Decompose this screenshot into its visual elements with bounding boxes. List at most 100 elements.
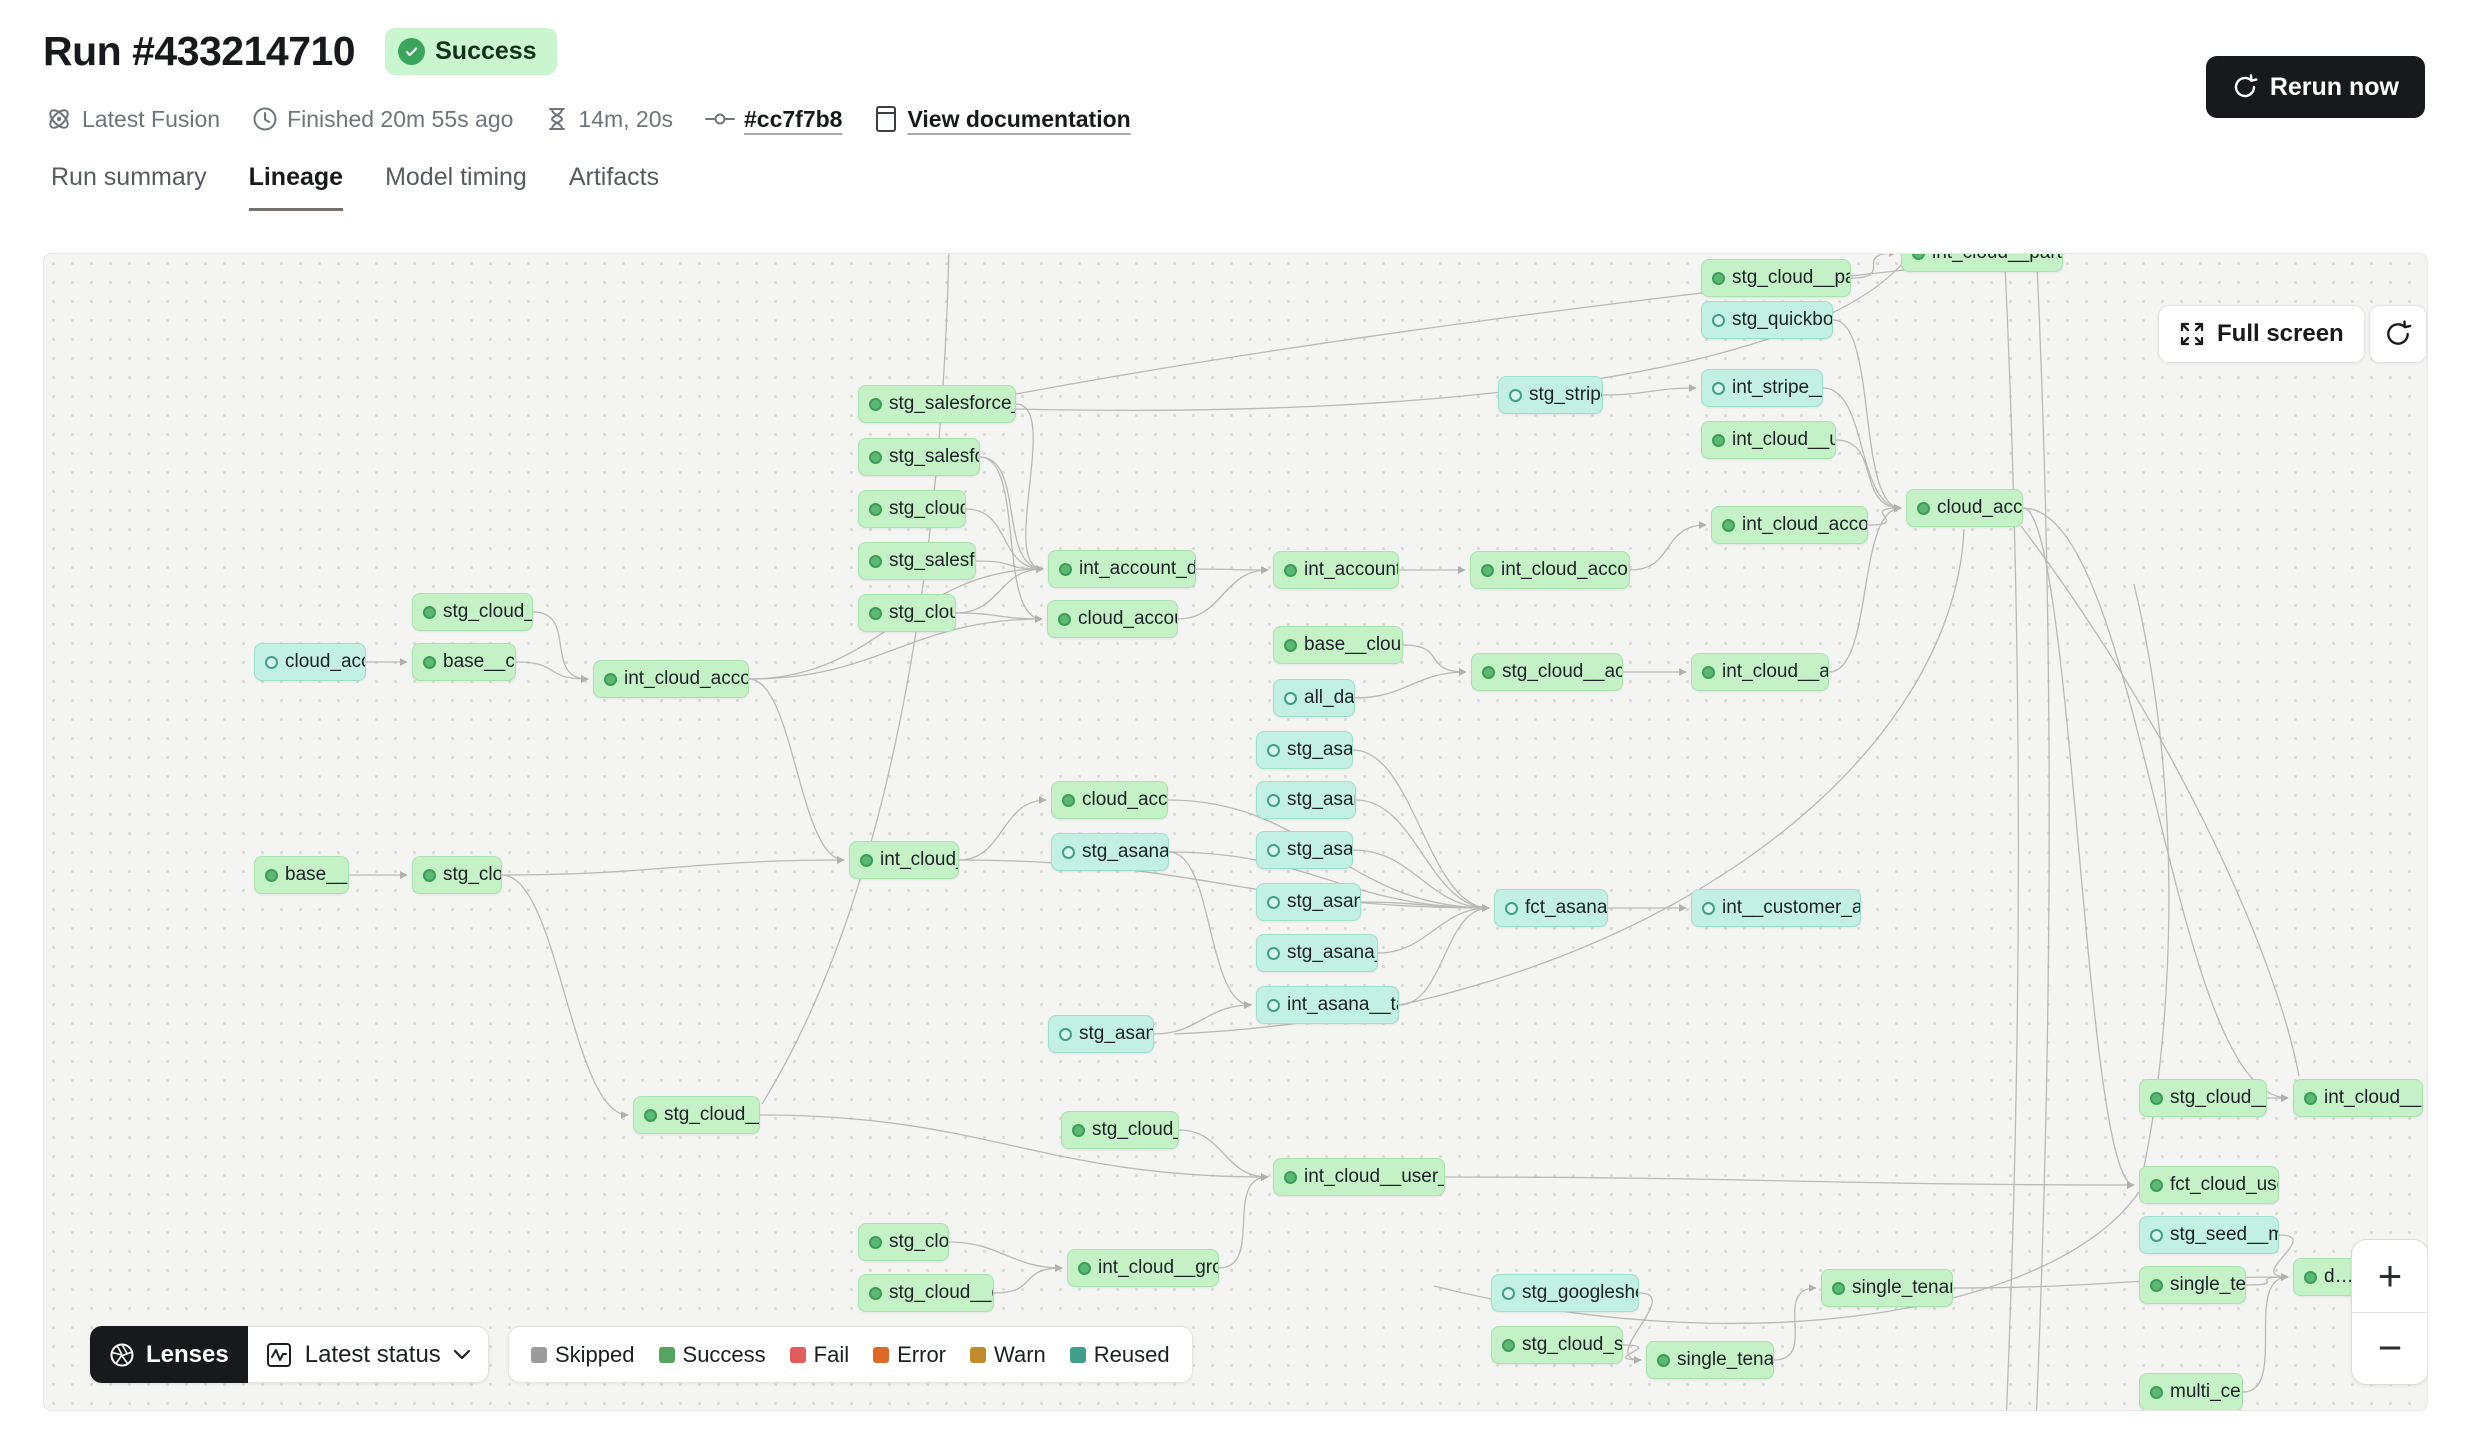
lineage-node-label: stg_asana_…: [1287, 789, 1356, 811]
lineage-node-stg_asana_b[interactable]: stg_asana__…: [1048, 1015, 1154, 1053]
zoom-in-button[interactable]: +: [2352, 1240, 2428, 1312]
lineage-node-label: stg_salesforce…: [889, 550, 976, 572]
success-status-dot-icon: [1062, 794, 1075, 807]
lineage-node-cloud_account2[interactable]: cloud_account…: [1051, 781, 1168, 819]
chevron-down-icon: [453, 1349, 471, 1361]
lineage-node-label: fct_asana_proj…: [1525, 897, 1608, 919]
lineage-node-asana3[interactable]: stg_asana…: [1256, 831, 1353, 869]
lineage-node-asana2[interactable]: stg_asana_…: [1256, 781, 1356, 819]
tab-lineage[interactable]: Lineage: [249, 163, 343, 211]
lineage-node-label: multi_cell_m…: [2170, 1381, 2243, 1403]
lineage-node-int_asana_task[interactable]: int_asana__task_s…: [1256, 986, 1399, 1024]
lineage-node-stg_cloud_b[interactable]: stg_cloud_…: [858, 1223, 949, 1261]
lineage-node-stg_gsheets[interactable]: stg_googlesheets__sin…: [1491, 1274, 1639, 1312]
lineage-node-st_map[interactable]: single_tenant_map…: [1646, 1341, 1774, 1379]
status-badge: Success: [385, 28, 556, 75]
lineage-node-label: stg_asana__…: [1079, 1023, 1154, 1045]
reused-status-dot-icon: [1702, 902, 1715, 915]
lineage-node-base_cloud[interactable]: base__cloud_…: [412, 643, 516, 681]
lineage-node-stg_cl_accounts[interactable]: stg_cloud__accounts…: [1471, 653, 1623, 691]
aperture-icon: [109, 1342, 135, 1368]
success-status-dot-icon: [2150, 1386, 2163, 1399]
lineage-node-int_group_per[interactable]: int_cloud__group_per…: [1067, 1249, 1219, 1287]
lineage-node-st_mapp[interactable]: single_tenant_mapp…: [1821, 1269, 1953, 1307]
page-header: Run #433214710 Success Latest Fusion Fin…: [0, 0, 2470, 253]
legend-success-label: Success: [683, 1342, 766, 1368]
lineage-node-cloud_acct_l[interactable]: cloud_account…: [254, 643, 366, 681]
lineage-node-stg_partner[interactable]: stg_cloud__partner_c…: [1701, 259, 1851, 297]
lineage-node-int_cl_acct_ma1[interactable]: int_cloud_account_ma…: [1470, 551, 1630, 589]
lineage-node-int_stripe[interactable]: int_stripe__custo…: [1701, 369, 1823, 407]
lineage-node-int_partner[interactable]: int_cloud__partner_con…: [1901, 253, 2063, 272]
canvas-refresh-button[interactable]: [2369, 305, 2427, 363]
lineage-node-stg_email[interactable]: stg_cloud__email…: [633, 1096, 760, 1134]
lineage-node-int_acct_dom[interactable]: int_account_dom…: [1273, 551, 1399, 589]
skipped-swatch: [531, 1347, 547, 1363]
duration-label: 14m, 20s: [578, 106, 673, 133]
lineage-node-stg_asana_tas[interactable]: stg_asana__tas…: [1051, 833, 1169, 871]
lineage-node-sf3[interactable]: stg_salesforce…: [858, 542, 976, 580]
lineage-node-int_cl_acct_ma2[interactable]: int_cloud_account_ma…: [1711, 506, 1868, 544]
lineage-node-fct_user_acc[interactable]: fct_cloud_user_acc…: [2139, 1166, 2279, 1204]
lineage-node-cloud5[interactable]: stg_cloud__…: [858, 594, 956, 632]
lineage-node-asana1[interactable]: stg_asana…: [1256, 731, 1353, 769]
success-status-dot-icon: [1284, 639, 1297, 652]
success-status-dot-icon: [1284, 1171, 1297, 1184]
lineage-node-sf_cloud[interactable]: stg_salesforce__cloud_…: [858, 385, 1016, 423]
rerun-now-button[interactable]: Rerun now: [2206, 56, 2425, 118]
lineage-node-stg_s3[interactable]: stg_cloud_s3_singl…: [1491, 1326, 1623, 1364]
lineage-node-asana4[interactable]: stg_asana__…: [1256, 883, 1361, 921]
lineage-node-stg_stripe[interactable]: stg_stripe__c…: [1498, 376, 1603, 414]
reused-status-dot-icon: [1267, 896, 1280, 909]
lineage-canvas[interactable]: stg_salesforce__cloud_…stg_salesforce_…s…: [43, 253, 2428, 1411]
lineage-node-stg_seed[interactable]: stg_seed__multireg…: [2139, 1216, 2279, 1254]
lineage-node-label: stg_cloud_s3_singl…: [1522, 1334, 1623, 1356]
meta-row: Latest Fusion Finished 20m 55s ago 14m, …: [45, 105, 1131, 133]
lineage-node-stg_group[interactable]: stg_cloud__group…: [858, 1274, 994, 1312]
lineage-node-cloud_us_t[interactable]: stg_cloud__us…: [858, 490, 966, 528]
success-status-dot-icon: [1078, 1262, 1091, 1275]
legend-item-fail: Fail: [790, 1342, 849, 1368]
lineage-node-int_user_group[interactable]: int_cloud__user_group…: [1273, 1158, 1445, 1196]
tab-artifacts[interactable]: Artifacts: [569, 163, 659, 211]
lineage-node-single_tenant[interactable]: single_tenant_…: [2139, 1266, 2246, 1304]
latest-status-dropdown[interactable]: Latest status: [248, 1326, 489, 1383]
lineage-node-int_cloud_us[interactable]: int_cloud__us…: [849, 841, 959, 879]
commit-link[interactable]: #cc7f7b8: [744, 106, 842, 133]
lineage-node-int_cl_accoun[interactable]: int_cloud__accoun…: [1691, 653, 1829, 691]
lineage-node-int_acct_domain[interactable]: int_account_domain…: [1048, 550, 1196, 588]
view-documentation-link[interactable]: View documentation: [907, 106, 1130, 133]
lenses-button[interactable]: Lenses: [90, 1326, 248, 1383]
lineage-node-cloud_acct_r[interactable]: cloud_account…: [1906, 489, 2023, 527]
success-status-dot-icon: [869, 451, 882, 464]
lineage-node-int_user_ac[interactable]: int_cloud__user_ac…: [1701, 421, 1836, 459]
lineage-node-stg_cloud_l[interactable]: stg_cloud_…: [412, 856, 502, 894]
lineage-node-cloud_accounts[interactable]: cloud_accounts_…: [1047, 600, 1178, 638]
lineage-node-all_days[interactable]: all_days: [1273, 679, 1355, 717]
lineage-node-int_customer[interactable]: int__customer_account…: [1691, 889, 1861, 927]
lineage-node-stg_qb[interactable]: stg_quickbooks__a…: [1701, 301, 1833, 339]
lineage-node-label: stg_cloud__us…: [1092, 1119, 1179, 1141]
lineage-node-base_clou[interactable]: base__clou…: [254, 856, 349, 894]
lineage-node-int_cl_acct_m[interactable]: int_cloud_account__m…: [593, 660, 749, 698]
lineage-node-int_devel[interactable]: int_cloud__devel…: [2293, 1079, 2423, 1117]
zoom-out-button[interactable]: −: [2352, 1313, 2428, 1385]
success-status-dot-icon: [1059, 563, 1072, 576]
lineage-node-asana5[interactable]: stg_asana__pr…: [1256, 934, 1378, 972]
lineage-node-stg_region[interactable]: stg_cloud_region…: [412, 593, 533, 631]
lineage-node-base_cloud_acco[interactable]: base__cloud_acco…: [1273, 626, 1403, 664]
lineage-node-label: int_cloud__devel…: [2324, 1087, 2423, 1109]
tab-model-timing[interactable]: Model timing: [385, 163, 527, 211]
lineage-node-sf2[interactable]: stg_salesforce_…: [858, 438, 980, 476]
lineage-node-multi_cell[interactable]: multi_cell_m…: [2139, 1373, 2243, 1411]
full-screen-button[interactable]: Full screen: [2158, 305, 2365, 363]
lineage-node-fct_asana[interactable]: fct_asana_proj…: [1494, 889, 1608, 927]
tab-run-summary[interactable]: Run summary: [51, 163, 207, 211]
lineage-node-label: base__cloud_acco…: [1304, 634, 1403, 656]
lineage-node-stg_devel[interactable]: stg_cloud__devel…: [2139, 1079, 2267, 1117]
reused-status-dot-icon: [1267, 999, 1280, 1012]
success-status-dot-icon: [1712, 272, 1725, 285]
lineage-node-label: stg_cloud_region…: [443, 601, 533, 623]
lineage-node-stg_cloud_us_b[interactable]: stg_cloud__us…: [1061, 1111, 1179, 1149]
legend-item-warn: Warn: [970, 1342, 1046, 1368]
